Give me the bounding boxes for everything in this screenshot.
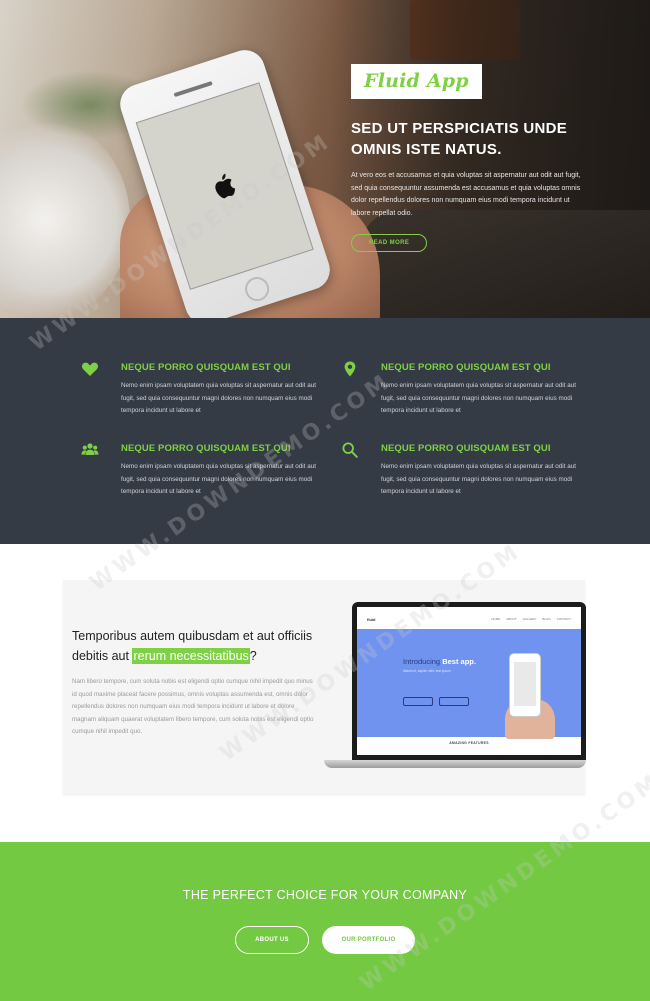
hero-background-cup xyxy=(0,120,130,318)
feature-item: NEQUE PORRO QUISQUAM EST QUI Nemo enim i… xyxy=(342,442,586,499)
users-icon xyxy=(81,443,99,455)
mockup-title-bold: Best app. xyxy=(442,657,476,666)
feature-item: NEQUE PORRO QUISQUAM EST QUI Nemo enim i… xyxy=(81,443,326,499)
feature-text: Nemo enim ipsam voluptatem quia voluptas… xyxy=(121,382,316,414)
intro-heading-end: ? xyxy=(249,649,257,663)
hero-section: Fluid App SED UT PERSPICIATIS UNDE OMNIS… xyxy=(0,0,650,318)
feature-text: Nemo enim ipsam voluptatem quia voluptas… xyxy=(381,382,576,414)
feature-title: NEQUE PORRO QUISQUAM EST QUI xyxy=(381,443,551,454)
feature-item: NEQUE PORRO QUISQUAM EST QUI Nemo enim i… xyxy=(344,361,586,418)
brand-logo[interactable]: Fluid App xyxy=(351,64,482,99)
feature-title: NEQUE PORRO QUISQUAM EST QUI xyxy=(121,362,291,373)
mockup-nav-link: BLOG xyxy=(542,617,551,621)
mockup-title-prefix: Introducing xyxy=(403,657,441,666)
intro-text: Nam libero tempore, cum soluta nobis est… xyxy=(72,678,314,735)
mockup-navbar: fluid HOME ABOUT GALLERY BLOG CONTACT xyxy=(363,613,575,625)
mockup-nav-link: ABOUT xyxy=(506,617,517,621)
mockup-hero: Introducing Best app. Mauris et, sapien … xyxy=(357,629,581,739)
feature-text: Nemo enim ipsam voluptatem quia voluptas… xyxy=(381,463,576,495)
mockup-nav-link: HOME xyxy=(491,617,501,621)
cta-title: THE PERFECT CHOICE FOR YOUR COMPANY xyxy=(182,888,468,902)
our-portfolio-button[interactable]: OUR PORTFOLIO xyxy=(322,926,415,954)
mockup-subtitle: Mauris et, sapien velit, erat ipsum xyxy=(403,669,451,673)
feature-title: NEQUE PORRO QUISQUAM EST QUI xyxy=(121,443,291,454)
laptop-image: fluid HOME ABOUT GALLERY BLOG CONTACT In… xyxy=(324,602,586,770)
mockup-title: Introducing Best app. xyxy=(403,657,476,666)
mockup-nav-link: CONTACT xyxy=(556,617,571,621)
laptop-base xyxy=(324,760,586,768)
hero-content: Fluid App SED UT PERSPICIATIS UNDE OMNIS… xyxy=(351,64,591,252)
features-section: NEQUE PORRO QUISQUAM EST QUI Nemo enim i… xyxy=(0,318,650,544)
feature-title: NEQUE PORRO QUISQUAM EST QUI xyxy=(381,362,551,373)
apple-logo-icon xyxy=(215,173,236,199)
mockup-phone xyxy=(509,653,541,717)
search-icon xyxy=(342,442,358,458)
heart-icon xyxy=(81,362,99,376)
mockup-nav-links: HOME ABOUT GALLERY BLOG CONTACT xyxy=(491,617,571,621)
laptop-lid: fluid HOME ABOUT GALLERY BLOG CONTACT In… xyxy=(352,602,586,760)
mockup-features-label: AMAZING FEATURES xyxy=(449,741,489,745)
hero-text: At vero eos et accusamus et quia volupta… xyxy=(351,172,581,217)
map-marker-icon xyxy=(344,361,356,377)
mockup-button xyxy=(403,697,433,706)
mockup-nav-link: GALLERY xyxy=(522,617,537,621)
feature-text: Nemo enim ipsam voluptatem quia voluptas… xyxy=(121,463,316,495)
intro-heading: Temporibus autem quibusdam et aut offici… xyxy=(72,626,322,666)
laptop-display: fluid HOME ABOUT GALLERY BLOG CONTACT In… xyxy=(357,607,581,755)
phone-home-button xyxy=(241,273,273,305)
mockup-logo: fluid xyxy=(367,616,376,622)
intro-heading-highlight: rerum necessitatibus xyxy=(132,648,250,664)
brand-name: Fluid App xyxy=(364,70,469,92)
feature-item: NEQUE PORRO QUISQUAM EST QUI Nemo enim i… xyxy=(81,362,326,418)
about-us-button[interactable]: ABOUT US xyxy=(235,926,309,954)
cta-section: THE PERFECT CHOICE FOR YOUR COMPANY ABOU… xyxy=(0,842,650,1001)
mockup-phone-screen xyxy=(514,662,536,706)
read-more-button[interactable]: READ MORE xyxy=(351,234,428,252)
phone-speaker xyxy=(173,80,213,98)
hero-title: SED UT PERSPICIATIS UNDE OMNIS ISTE NATU… xyxy=(351,118,591,160)
intro-section: Temporibus autem quibusdam et aut offici… xyxy=(63,580,586,794)
mockup-button xyxy=(439,697,469,706)
hero-title-line2: OMNIS ISTE NATUS. xyxy=(351,141,502,158)
hero-title-line1: SED UT PERSPICIATIS UNDE xyxy=(351,120,568,137)
